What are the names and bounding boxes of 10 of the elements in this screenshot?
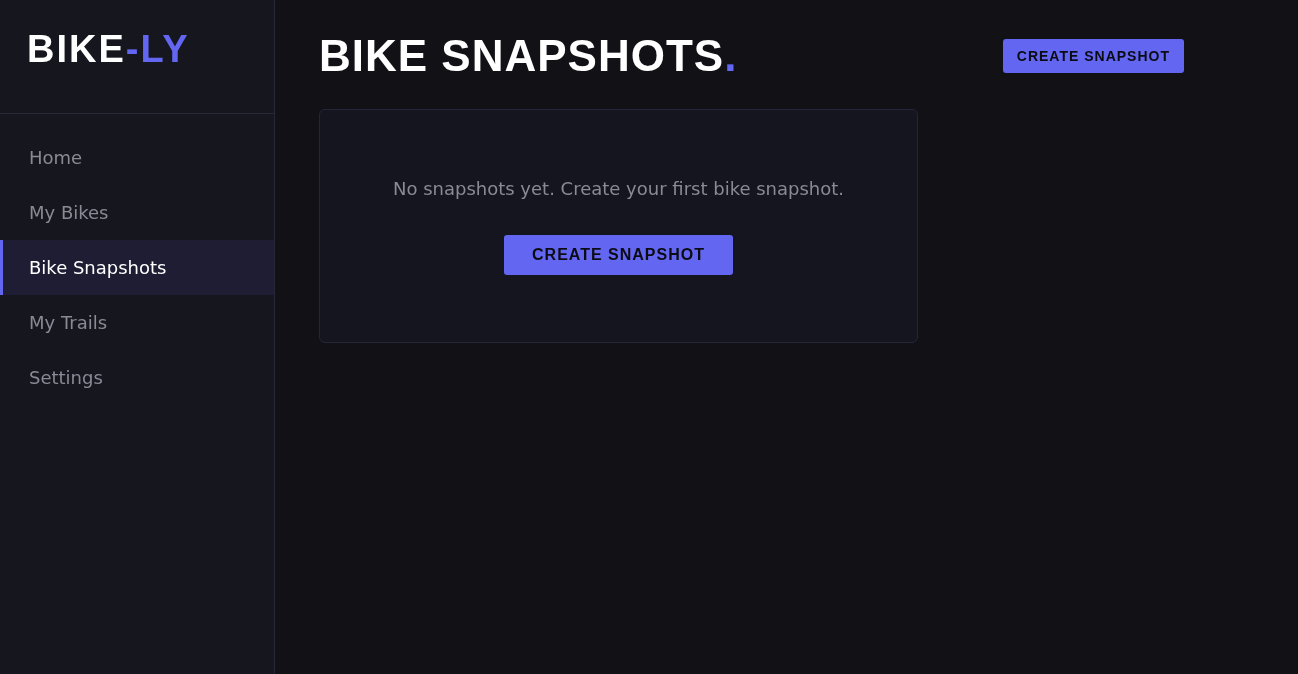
- empty-message: No snapshots yet. Create your first bike snapshot.: [392, 177, 845, 199]
- nav-item[interactable]: Home: [0, 130, 274, 185]
- page-title: BIKE SNAPSHOTS.: [319, 30, 738, 82]
- nav-item[interactable]: My Trails: [0, 295, 274, 350]
- create-snapshot-button[interactable]: CREATE SNAPSHOT: [504, 234, 733, 275]
- logo: BIKE-LY: [27, 30, 190, 68]
- nav-item[interactable]: Settings: [0, 350, 274, 405]
- create-snapshot-button[interactable]: CREATE SNAPSHOT: [1002, 39, 1184, 74]
- nav-item[interactable]: My Bikes: [0, 185, 274, 240]
- nav-item[interactable]: Bike Snapshots: [0, 240, 274, 295]
